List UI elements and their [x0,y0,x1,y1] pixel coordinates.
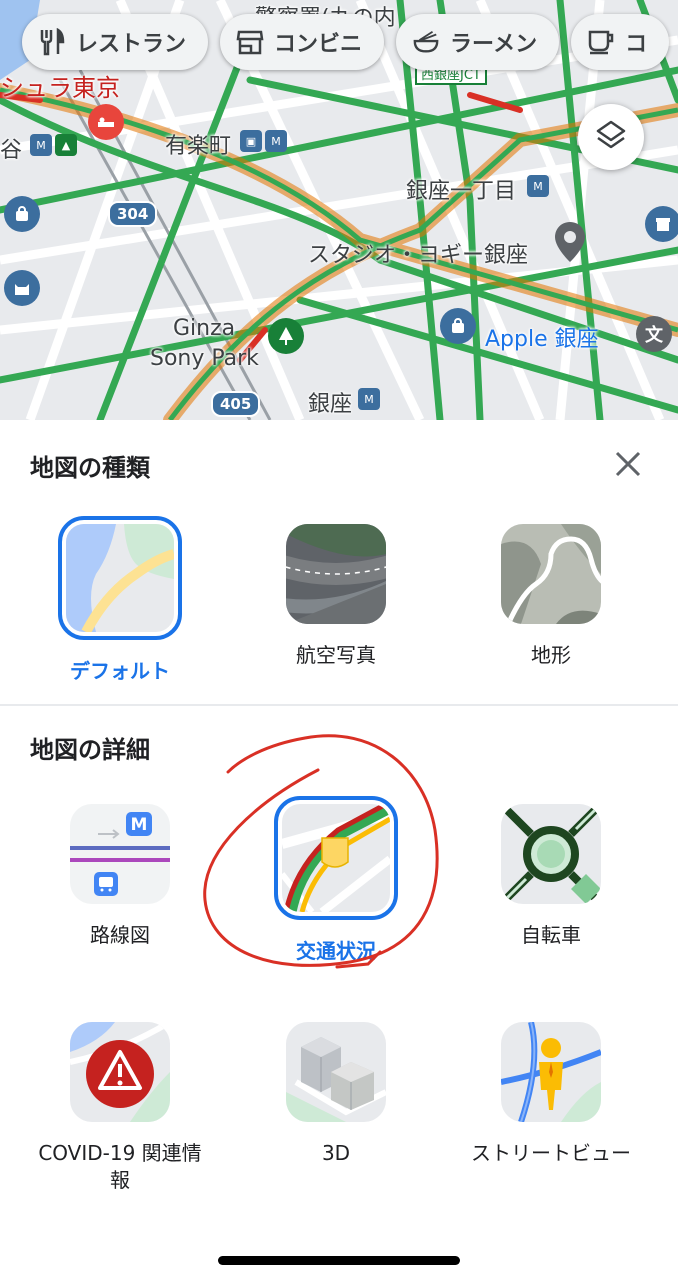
train-icon: ▣ [240,130,262,152]
chip-restaurant-label: レストラン [76,32,187,57]
chip-ramen[interactable]: ラーメン [396,14,560,70]
covid-thumbnail [70,1022,170,1122]
close-button[interactable] [606,444,650,488]
fork-knife-icon [38,28,66,56]
map-type-satellite[interactable]: 航空写真 [236,524,436,669]
route-405: 405 [211,391,261,417]
satellite-thumbnail [286,524,386,624]
map-label-ginza-itchome: 銀座一丁目 [406,179,517,204]
language-school-icon[interactable]: 文 [636,316,672,352]
close-icon [614,450,642,482]
station-icons-ginza[interactable]: M [358,388,380,410]
metro-icon: M [265,130,287,152]
map-detail-title: 地図の詳細 [30,736,150,764]
default-map-thumbnail [58,516,182,640]
detail-traffic[interactable]: 交通状況 [236,796,436,965]
detail-streetview-label: ストリートビュー [471,1141,631,1165]
detail-streetview[interactable]: ストリートビュー [451,1022,651,1167]
map-type-title: 地図の種類 [30,454,150,482]
detail-traffic-label: 交通状況 [296,939,376,963]
map-type-terrain-label: 地形 [531,643,571,667]
layers-button[interactable] [578,104,644,170]
detail-3d[interactable]: 3D [236,1022,436,1167]
map-type-default-label: デフォルト [70,659,170,683]
store-icon [236,28,264,56]
metro-icon: M [527,175,549,197]
map-label-studio: スタジオ・ヨギー銀座 [308,243,529,268]
map-label-left: 谷 [0,138,23,163]
shopping-bag-icon[interactable] [4,196,40,232]
detail-transit[interactable]: M 路線図 [20,804,220,949]
3d-thumbnail [286,1022,386,1122]
tree-icon[interactable] [268,318,304,354]
chip-cafe[interactable]: コ [571,14,670,70]
metro-badge: M [131,815,148,835]
coffee-icon [587,28,615,56]
streetview-thumbnail [501,1022,601,1122]
detail-transit-label: 路線図 [90,923,150,947]
map-pin-icon[interactable] [552,222,588,262]
metro-icon: M [30,134,52,156]
map-label-ginza-sony-1: Ginza [173,316,236,341]
map-options-sheet: 地図の種類 デフォルト 航空写真 地形 地図の詳細 M 路線図 交通状況 自転車… [0,420,678,1280]
map-view[interactable]: 警察署(丸の内 シュラ東京 谷 有楽町 銀座一丁目 スタジオ・ヨギー銀座 Gin… [0,0,678,420]
terrain-thumbnail [501,524,601,624]
category-chips: レストラン コンビニ ラーメン コ [22,14,670,70]
map-type-default[interactable]: デフォルト [20,516,220,685]
detail-3d-label: 3D [321,1141,351,1165]
station-icons-ginza-itchome[interactable]: M [527,175,549,197]
map-type-satellite-label: 航空写真 [296,643,376,667]
map-type-terrain[interactable]: 地形 [451,524,651,669]
chip-convenience-label: コンビニ [274,32,363,57]
cat-icon[interactable] [4,270,40,306]
bicycle-thumbnail [501,804,601,904]
chip-convenience[interactable]: コンビニ [220,14,385,70]
route-304: 304 [108,201,158,227]
map-label-ginza-sony-2: Sony Park [150,346,259,371]
metro-icon: M [358,388,380,410]
park-icon: ▲ [55,134,77,156]
detail-bicycle[interactable]: 自転車 [451,804,651,949]
detail-covid[interactable]: COVID-19 関連情報 [20,1022,220,1194]
chip-ramen-label: ラーメン [450,32,538,57]
detail-bicycle-label: 自転車 [521,923,581,947]
ramen-icon [412,28,440,56]
home-indicator[interactable] [218,1256,460,1265]
station-icons-left[interactable]: M ▲ [30,134,77,156]
layers-icon [594,118,628,156]
map-label-ginza: 銀座 [308,392,353,417]
detail-covid-label: COVID-19 関連情報 [38,1141,202,1192]
apple-store-icon[interactable] [440,308,476,344]
map-label-yurakucho: 有楽町 [165,134,232,159]
shop-icon[interactable] [645,206,678,242]
chip-restaurant[interactable]: レストラン [22,14,209,70]
map-label-hotel: シュラ東京 [0,74,120,102]
section-divider [0,704,678,706]
map-label-apple: Apple 銀座 [485,327,599,352]
transit-thumbnail: M [70,804,170,904]
traffic-thumbnail [274,796,398,920]
station-icons-yurakucho[interactable]: ▣ M [240,130,287,152]
chip-cafe-label: コ [625,32,648,57]
hotel-icon[interactable] [88,104,124,140]
